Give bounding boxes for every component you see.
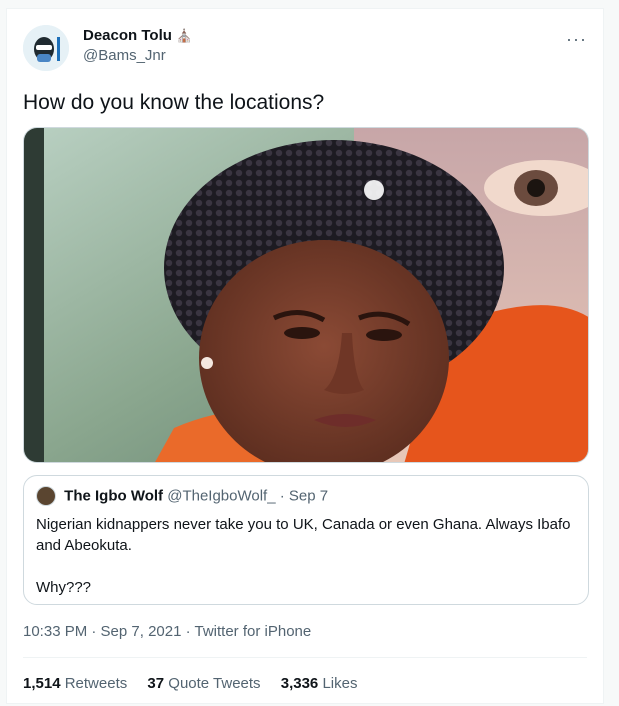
quoted-tweet-text: Nigerian kidnappers never take you to UK… bbox=[36, 514, 576, 598]
quoted-avatar[interactable] bbox=[36, 486, 56, 506]
quotes-count: 37 bbox=[147, 675, 165, 692]
avatar-image bbox=[23, 25, 69, 71]
quoted-date[interactable]: · Sep 7 bbox=[280, 488, 328, 505]
author-handle[interactable]: @Bams_Jnr bbox=[83, 47, 166, 64]
woman-photo bbox=[24, 128, 588, 462]
likes-stat[interactable]: 3,336 Likes bbox=[281, 675, 358, 692]
avatar[interactable] bbox=[23, 25, 69, 71]
quoted-text-line: Why??? bbox=[36, 579, 92, 596]
quoted-text-line: Nigerian kidnappers never take you to UK… bbox=[36, 516, 571, 554]
tweet-media-image[interactable] bbox=[23, 127, 589, 463]
quote-tweets-stat[interactable]: 37 Quote Tweets bbox=[147, 675, 260, 692]
likes-label: Likes bbox=[322, 675, 358, 692]
more-options-icon[interactable]: ··· bbox=[566, 29, 587, 50]
tweet-timestamp[interactable]: 10:33 PM · Sep 7, 2021 · Twitter for iPh… bbox=[23, 623, 311, 640]
divider bbox=[23, 657, 587, 658]
retweets-count: 1,514 bbox=[23, 675, 61, 692]
quoted-tweet-header: The Igbo Wolf @TheIgboWolf_ · Sep 7 bbox=[36, 486, 328, 506]
tweet-card: Deacon Tolu ⛪ @Bams_Jnr ··· How do you k… bbox=[6, 8, 604, 704]
retweets-stat[interactable]: 1,514 Retweets bbox=[23, 675, 127, 692]
quoted-tweet[interactable]: The Igbo Wolf @TheIgboWolf_ · Sep 7 Nige… bbox=[23, 475, 589, 605]
quoted-author-name[interactable]: The Igbo Wolf bbox=[64, 488, 163, 505]
retweets-label: Retweets bbox=[64, 675, 128, 692]
church-emoji-icon: ⛪ bbox=[176, 28, 193, 43]
tweet-text: How do you know the locations? bbox=[23, 91, 325, 114]
quotes-label: Quote Tweets bbox=[168, 675, 261, 692]
quoted-author-handle[interactable]: @TheIgboWolf_ bbox=[167, 488, 275, 505]
tweet-header: Deacon Tolu ⛪ @Bams_Jnr ··· bbox=[23, 23, 589, 79]
author-name[interactable]: Deacon Tolu ⛪ bbox=[83, 27, 192, 44]
engagement-stats: 1,514 Retweets 37 Quote Tweets 3,336 Lik… bbox=[23, 675, 373, 692]
likes-count: 3,336 bbox=[280, 675, 319, 692]
